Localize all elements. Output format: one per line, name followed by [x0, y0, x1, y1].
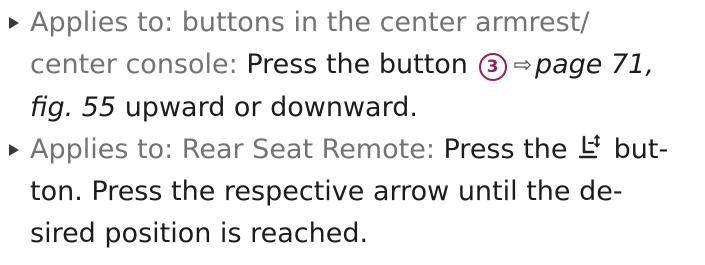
callout-number-badge: 3: [478, 53, 507, 81]
triangle-bullet-icon: [9, 144, 19, 156]
text-line: Applies to: Rear Seat Remote: Press the …: [30, 129, 697, 171]
text-line: sired position is reached.: [30, 213, 697, 255]
seat-adjust-icon: [578, 134, 601, 159]
text-line: ton. Press the respective arrow until th…: [30, 171, 697, 213]
instruction-text: ton. Press the respective arrow until th…: [30, 176, 623, 207]
page-reference-link[interactable]: page 71,: [535, 49, 654, 80]
text-line: fig. 55 upward or downward.: [30, 87, 697, 129]
instruction-text: but-: [605, 134, 669, 165]
applies-to-prefix: center console:: [30, 49, 238, 80]
applies-to-prefix: Applies to: Rear Seat Remote:: [30, 134, 435, 165]
instruction-text: sired position is reached.: [30, 218, 369, 249]
triangle-bullet-icon: [9, 17, 19, 29]
text-line: Applies to: buttons in the center armres…: [30, 2, 697, 44]
instruction-center-armrest: Applies to: buttons in the center armres…: [8, 2, 697, 129]
text-line: center console: Press the button 3 ⇨ page …: [30, 44, 697, 87]
instruction-text: upward or downward.: [116, 92, 418, 123]
instruction-text: Press the button: [237, 49, 468, 80]
instruction-rear-seat-remote: Applies to: Rear Seat Remote: Press the …: [8, 129, 697, 255]
manual-page: Applies to: buttons in the center armres…: [0, 0, 705, 265]
instruction-text: Press the: [434, 134, 568, 165]
figure-reference-link[interactable]: fig. 55: [30, 92, 116, 123]
page-reference-arrow-icon: ⇨: [513, 53, 532, 78]
applies-to-prefix: Applies to: buttons in the center armres…: [30, 7, 590, 38]
